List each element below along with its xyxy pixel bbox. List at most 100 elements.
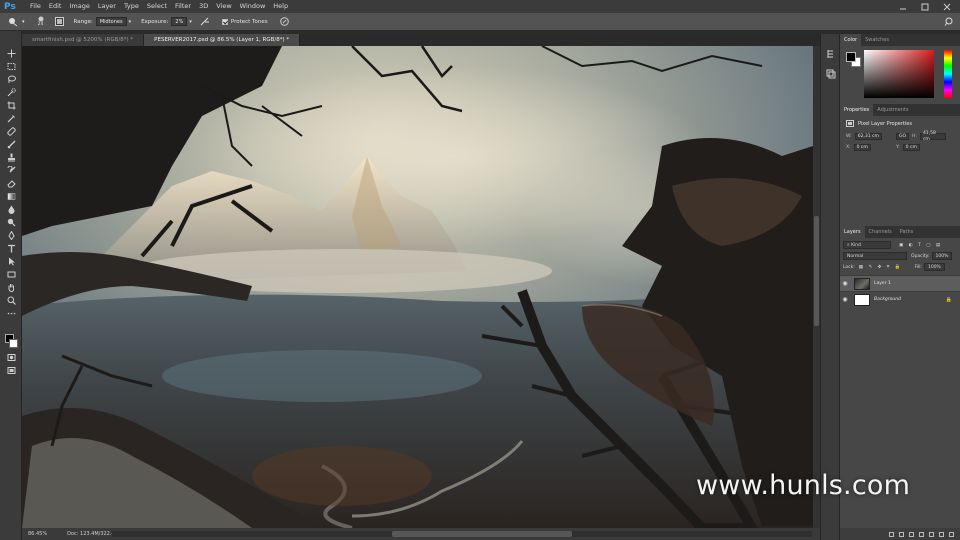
rectangle-tool[interactable] <box>5 270 17 279</box>
tab-paths[interactable]: Paths <box>896 226 918 238</box>
fill-label: Fill: <box>914 264 922 270</box>
zoom-icon <box>7 296 16 305</box>
menu-file[interactable]: File <box>26 0 45 13</box>
tab-layers[interactable]: Layers <box>840 226 865 238</box>
marquee-tool[interactable] <box>5 62 17 71</box>
pen-pressure-icon <box>279 17 289 26</box>
menu-3d[interactable]: 3D <box>195 0 212 13</box>
exposure-field[interactable]: 2% <box>171 17 188 26</box>
status-bar: 86.45% Doc: 123.4M/322.4M <box>22 528 820 540</box>
y-field[interactable]: 0 cm <box>902 144 920 151</box>
layer-thumbnail <box>854 293 870 306</box>
crop-tool[interactable] <box>5 101 17 110</box>
arrange-panel-button[interactable] <box>826 64 836 83</box>
layer-comps-icon <box>826 69 836 79</box>
tab-adjustments[interactable]: Adjustments <box>873 104 912 116</box>
airbrush-toggle[interactable] <box>200 17 210 26</box>
dodge-tool[interactable] <box>5 218 17 227</box>
menu-view[interactable]: View <box>212 0 235 13</box>
layer-row-layer1[interactable]: ◉ Layer 1 <box>840 275 960 291</box>
canvas-horizontal-scrollbar[interactable] <box>112 531 812 537</box>
new-group-icon[interactable] <box>929 531 934 537</box>
layer-name[interactable]: Background <box>874 297 901 302</box>
menu-select[interactable]: Select <box>143 0 171 13</box>
history-brush-tool[interactable] <box>5 166 17 175</box>
path-selection-tool[interactable] <box>5 257 17 266</box>
path-select-icon <box>8 257 15 266</box>
document-tab-active[interactable]: PESERVER2017.psd @ 86.5% (Layer 1, RGB/8… <box>144 34 301 46</box>
more-tools-button[interactable] <box>5 309 17 318</box>
width-field[interactable]: 62,31 cm <box>854 133 882 140</box>
maximize-button[interactable] <box>914 0 936 13</box>
scrollbar-thumb[interactable] <box>814 216 819 326</box>
tool-preset-picker[interactable]: ▾ <box>8 17 25 27</box>
brush-panel-toggle[interactable] <box>54 17 64 26</box>
kind-filter-select[interactable]: ⌕ Kind <box>843 241 891 249</box>
tab-swatches[interactable]: Swatches <box>861 34 893 46</box>
pressure-toggle[interactable] <box>279 17 289 26</box>
height-field[interactable]: 41,58 cm <box>919 131 946 142</box>
add-mask-icon[interactable] <box>909 531 914 537</box>
color-swatches[interactable] <box>5 334 19 348</box>
color-picker-field[interactable] <box>864 50 934 98</box>
zoom-tool[interactable] <box>5 296 17 305</box>
tab-channels[interactable]: Channels <box>865 226 896 238</box>
lasso-tool[interactable] <box>5 75 17 84</box>
tab-properties[interactable]: Properties <box>840 104 874 116</box>
menu-edit[interactable]: Edit <box>45 0 66 13</box>
brush-tool[interactable] <box>5 140 17 149</box>
scrollbar-thumb[interactable] <box>392 531 572 537</box>
background-color-swatch[interactable] <box>9 339 18 348</box>
menu-layer[interactable]: Layer <box>94 0 120 13</box>
tab-color[interactable]: Color <box>840 34 862 46</box>
screen-mode-button[interactable] <box>5 366 17 375</box>
link-button[interactable]: GO <box>896 133 910 140</box>
layer-filter-icons[interactable]: ▣ ◐ T ▢ ▤ <box>899 243 942 248</box>
quick-select-tool[interactable] <box>5 88 17 97</box>
opacity-field[interactable]: 100% <box>931 252 953 260</box>
move-tool[interactable] <box>5 49 17 58</box>
watermark-text: www.hunls.com <box>696 470 911 501</box>
eye-icon[interactable]: ◉ <box>840 280 850 287</box>
healing-tool[interactable] <box>5 127 17 136</box>
lock-icons[interactable]: ▦ ✎ ✥ ⌗ 🔒 <box>859 264 903 270</box>
history-panel-button[interactable] <box>826 44 836 63</box>
search-button[interactable] <box>944 17 953 26</box>
foreground-color-swatch[interactable] <box>846 52 856 62</box>
document-canvas[interactable] <box>22 46 813 528</box>
minimize-button[interactable] <box>892 0 914 13</box>
adjustment-layer-icon[interactable] <box>919 531 924 537</box>
quick-mask-button[interactable] <box>5 353 17 362</box>
close-button[interactable] <box>936 0 958 13</box>
range-select[interactable]: Midtones <box>95 17 127 26</box>
menu-type[interactable]: Type <box>120 0 143 13</box>
menu-filter[interactable]: Filter <box>171 0 195 13</box>
menu-help[interactable]: Help <box>269 0 292 13</box>
canvas-vertical-scrollbar[interactable] <box>813 46 820 528</box>
menu-window[interactable]: Window <box>236 0 270 13</box>
brush-picker[interactable]: 24 <box>37 16 45 27</box>
layer-name[interactable]: Layer 1 <box>874 281 891 286</box>
layer-style-icon[interactable] <box>899 531 904 537</box>
menu-image[interactable]: Image <box>65 0 93 13</box>
document-tab[interactable]: smartfinish.psd @ 5200% (RGB/8*) * <box>22 34 145 46</box>
eyedropper-tool[interactable] <box>5 114 17 123</box>
link-layers-icon[interactable] <box>889 531 894 537</box>
trash-icon[interactable] <box>949 531 954 537</box>
protect-tones-checkbox[interactable]: Protect Tones <box>221 18 268 25</box>
blur-tool[interactable] <box>5 205 17 214</box>
zoom-level[interactable]: 86.45% <box>22 531 53 537</box>
eye-icon[interactable]: ◉ <box>840 296 850 303</box>
pen-tool[interactable] <box>5 231 17 240</box>
new-layer-icon[interactable] <box>939 531 944 537</box>
gradient-tool[interactable] <box>5 192 17 201</box>
clone-stamp-tool[interactable] <box>5 153 17 162</box>
hand-tool[interactable] <box>5 283 17 292</box>
eraser-tool[interactable] <box>5 179 17 188</box>
x-field[interactable]: 0 cm <box>853 144 871 151</box>
layer-row-background[interactable]: ◉ Background 🔒 <box>840 291 960 307</box>
type-tool[interactable] <box>5 244 17 253</box>
hue-slider[interactable] <box>944 50 952 98</box>
blend-mode-select[interactable]: Normal <box>843 252 907 260</box>
fill-field[interactable]: 100% <box>923 263 945 271</box>
